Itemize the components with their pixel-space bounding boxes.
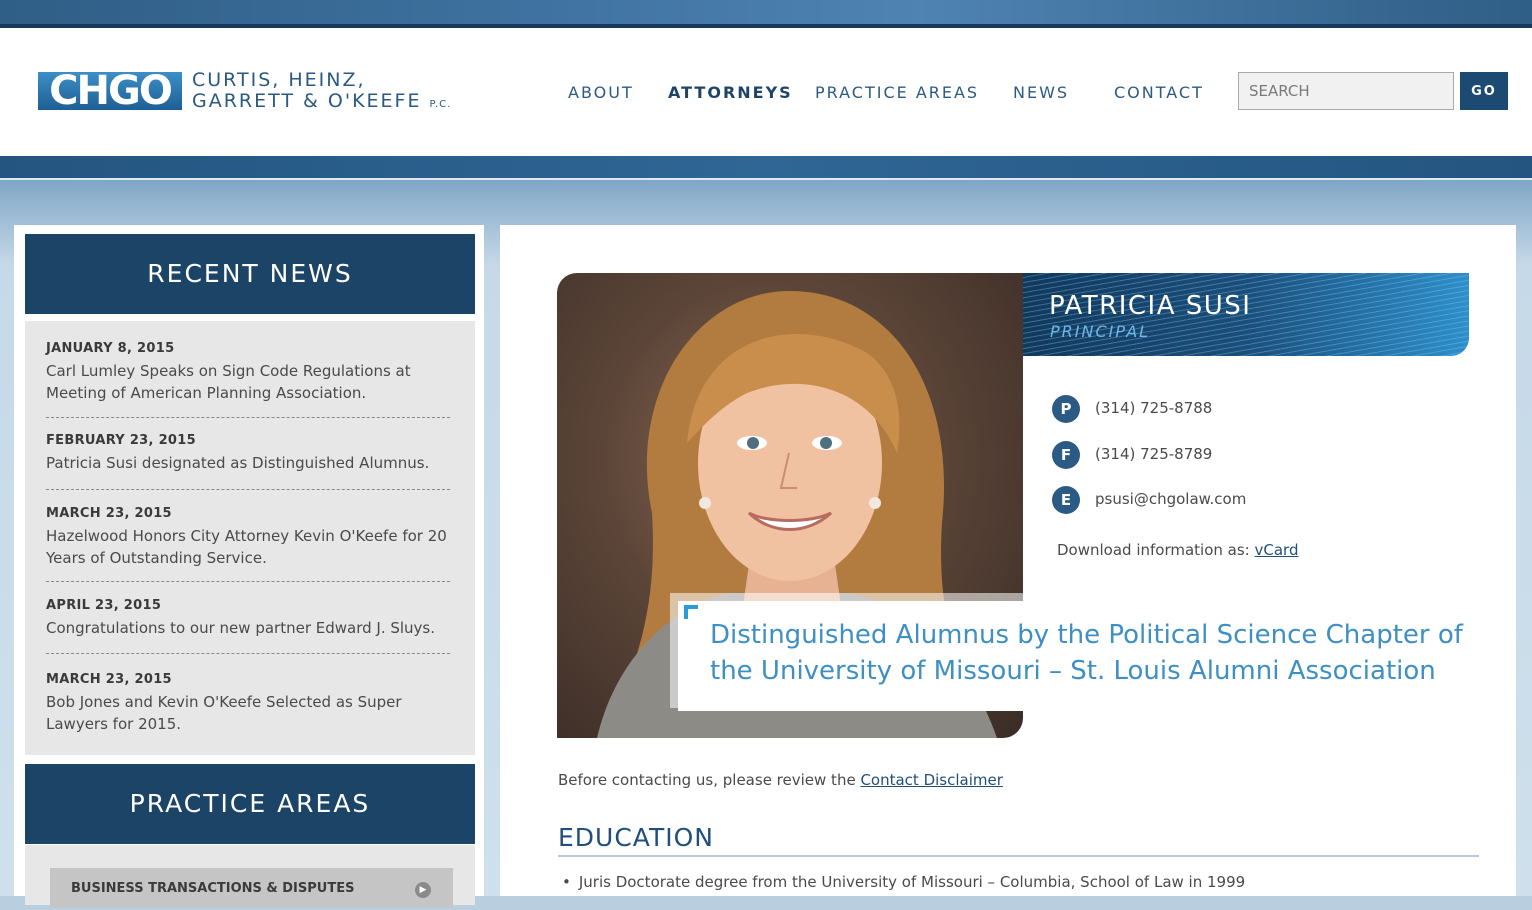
news-item[interactable]: APRIL 23, 2015 Congratulations to our ne… xyxy=(46,598,450,639)
sidebar: RECENT NEWS JANUARY 8, 2015 Carl Lumley … xyxy=(14,225,484,908)
practice-areas-heading: PRACTICE AREAS xyxy=(25,764,475,844)
quote-corner-icon xyxy=(684,605,698,619)
news-text: Carl Lumley Speaks on Sign Code Regulati… xyxy=(46,362,411,402)
download-info: Download information as: vCard xyxy=(1057,541,1298,559)
news-divider xyxy=(46,417,450,418)
download-label: Download information as: xyxy=(1057,541,1255,559)
disclaimer-notice: Before contacting us, please review the … xyxy=(558,771,1003,789)
contact-disclaimer-link[interactable]: Contact Disclaimer xyxy=(860,771,1002,789)
fax-icon: F xyxy=(1052,441,1080,469)
news-date: MARCH 23, 2015 xyxy=(46,506,172,521)
email-icon: E xyxy=(1052,486,1080,514)
education-item: • Juris Doctorate degree from the Univers… xyxy=(562,873,1245,891)
recent-news-heading: RECENT NEWS xyxy=(25,234,475,314)
news-divider xyxy=(46,489,450,490)
education-heading: EDUCATION xyxy=(558,823,714,852)
search-go-button[interactable]: GO xyxy=(1460,72,1508,110)
phone-number[interactable]: (314) 725-8788 xyxy=(1095,399,1212,417)
news-item[interactable]: JANUARY 8, 2015 Carl Lumley Speaks on Si… xyxy=(46,341,450,404)
practice-area-label: BUSINESS TRANSACTIONS & DISPUTES xyxy=(71,881,355,896)
news-item[interactable]: MARCH 23, 2015 Bob Jones and Kevin O'Kee… xyxy=(46,672,450,735)
recent-news-list: JANUARY 8, 2015 Carl Lumley Speaks on Si… xyxy=(25,321,475,755)
news-date: JANUARY 8, 2015 xyxy=(46,341,175,356)
news-text: Congratulations to our new partner Edwar… xyxy=(46,619,436,637)
practice-areas-list: BUSINESS TRANSACTIONS & DISPUTES ▶ xyxy=(25,845,475,908)
award-quote: Distinguished Alumnus by the Political S… xyxy=(710,620,1463,686)
news-item[interactable]: MARCH 23, 2015 Hazelwood Honors City Att… xyxy=(46,506,450,569)
news-text: Bob Jones and Kevin O'Keefe Selected as … xyxy=(46,693,402,733)
news-date: MARCH 23, 2015 xyxy=(46,672,172,687)
nav-practice-areas[interactable]: PRACTICE AREAS xyxy=(815,83,979,102)
nav-about[interactable]: ABOUT xyxy=(568,83,634,102)
practice-area-item[interactable]: BUSINESS TRANSACTIONS & DISPUTES ▶ xyxy=(50,868,453,908)
news-divider xyxy=(46,581,450,582)
news-date: APRIL 23, 2015 xyxy=(46,598,162,613)
attorney-name: PATRICIA SUSI xyxy=(1049,291,1252,321)
header-divider-band xyxy=(0,156,1532,180)
nav-contact[interactable]: CONTACT xyxy=(1114,83,1204,102)
email-address[interactable]: psusi@chgolaw.com xyxy=(1095,490,1246,508)
top-band xyxy=(0,0,1532,28)
news-text: Patricia Susi designated as Distinguishe… xyxy=(46,454,430,472)
news-item[interactable]: FEBRUARY 23, 2015 Patricia Susi designat… xyxy=(46,433,450,474)
education-divider xyxy=(558,855,1479,857)
disclaimer-text: Before contacting us, please review the xyxy=(558,771,861,789)
bullet-icon: • xyxy=(562,873,571,891)
news-text: Hazelwood Honors City Attorney Kevin O'K… xyxy=(46,527,447,567)
fax-number: (314) 725-8789 xyxy=(1095,445,1213,463)
phone-icon: P xyxy=(1052,395,1080,423)
attorney-title: PRINCIPAL xyxy=(1050,322,1151,341)
site-header: CHGO CURTIS, HEINZ, GARRETT & O'KEEFE P.… xyxy=(0,28,1532,156)
search-input[interactable] xyxy=(1238,72,1454,110)
main-content: PATRICIA SUSI PRINCIPAL P (314) 725-8788… xyxy=(500,225,1516,896)
attorney-name-banner: PATRICIA SUSI PRINCIPAL xyxy=(1023,273,1469,356)
education-item-text: Juris Doctorate degree from the Universi… xyxy=(578,873,1246,891)
news-date: FEBRUARY 23, 2015 xyxy=(46,433,196,448)
nav-attorneys[interactable]: ATTORNEYS xyxy=(668,83,793,102)
nav-news[interactable]: NEWS xyxy=(1013,83,1069,102)
vcard-link[interactable]: vCard xyxy=(1255,541,1299,559)
news-divider xyxy=(46,653,450,654)
